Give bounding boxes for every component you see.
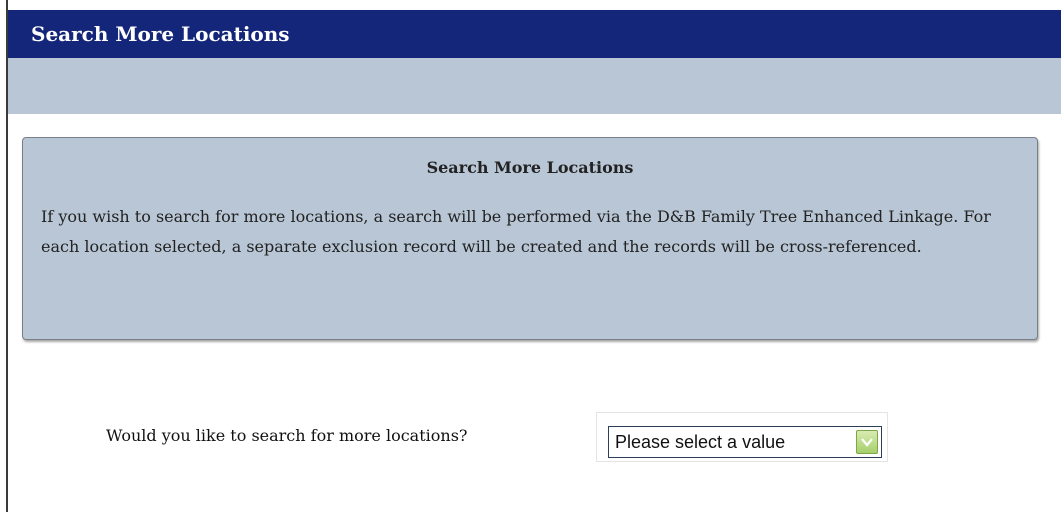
- page-window: Search More Locations Search More Locati…: [6, 0, 1061, 512]
- chevron-down-icon[interactable]: [856, 430, 878, 454]
- page-title: Search More Locations: [8, 10, 1061, 58]
- select-value: Please select a value: [615, 432, 786, 452]
- toolbar-strip: [8, 58, 1061, 114]
- search-more-select[interactable]: Please select a value: [608, 426, 882, 458]
- info-panel: Search More Locations If you wish to sea…: [22, 137, 1038, 340]
- info-panel-heading: Search More Locations: [426, 158, 634, 177]
- search-more-question-label: Would you like to search for more locati…: [106, 426, 468, 445]
- select-container: Please select a value: [596, 412, 888, 462]
- info-panel-text: If you wish to search for more locations…: [41, 207, 991, 256]
